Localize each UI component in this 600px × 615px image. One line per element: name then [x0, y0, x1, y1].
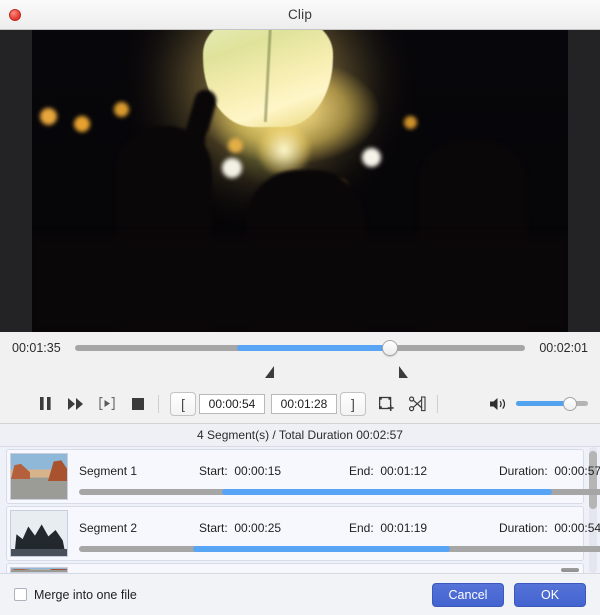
segment-thumbnail: [10, 567, 68, 573]
volume-knob[interactable]: [563, 396, 577, 411]
end-time-field[interactable]: 00:01:28: [271, 393, 337, 414]
stop-icon[interactable]: [129, 395, 147, 413]
bokeh-light: [362, 148, 381, 167]
trim-marker-row: [0, 364, 600, 384]
trim-end-marker[interactable]: [399, 366, 408, 378]
segment-list: Segment 1 Start: 00:00:15 End: 00:01:12 …: [0, 447, 600, 573]
close-button[interactable]: [9, 9, 21, 21]
pause-icon[interactable]: [36, 395, 54, 413]
volume-icon[interactable]: [489, 395, 507, 413]
timeline-bar: 00:01:35 00:02:01: [0, 332, 600, 364]
trim-start-marker[interactable]: [265, 366, 274, 378]
frame-step-icon[interactable]: [98, 395, 116, 413]
timeline-current-time: 00:01:35: [12, 341, 61, 355]
segment-actions: [561, 568, 579, 572]
segment-end-label: End:: [349, 463, 374, 478]
segment-details: [71, 564, 561, 573]
segment-range-bar[interactable]: [79, 545, 600, 552]
lantern-shape: [202, 30, 333, 127]
control-divider: [158, 394, 159, 413]
segment-end: End: 00:01:12: [349, 464, 499, 478]
segment-duration: Duration: 00:00:54: [499, 521, 600, 535]
split-icon[interactable]: [408, 395, 426, 413]
segment-end-label: End:: [349, 520, 374, 535]
bokeh-light: [404, 116, 417, 129]
segment-summary: 4 Segment(s) / Total Duration 00:02:57: [0, 424, 600, 447]
merge-checkbox-label: Merge into one file: [34, 587, 137, 602]
video-frame: [32, 30, 568, 332]
timeline-total-time: 00:02:01: [539, 341, 588, 355]
clip-window: Clip 00:01:35 00:02:01 [00:00:54 00:01:…: [0, 0, 600, 615]
add-segment-icon[interactable]: [378, 395, 396, 413]
video-preview[interactable]: [0, 30, 600, 332]
bokeh-light: [222, 158, 242, 178]
segment-range-bar[interactable]: [79, 488, 600, 495]
segment-start-label: Start:: [199, 520, 228, 535]
letterbox-right: [568, 30, 600, 332]
clip-tools: [378, 395, 426, 413]
merge-checkbox-group[interactable]: Merge into one file: [14, 588, 137, 602]
crowd-silhouette: [32, 236, 568, 332]
volume-fill: [516, 401, 570, 406]
segment-start: Start: 00:00:15: [199, 464, 349, 478]
segment-end-value: 00:01:19: [380, 520, 428, 535]
segment-range-fill: [221, 488, 553, 495]
segment-start-label: Start:: [199, 463, 228, 478]
bokeh-light: [228, 138, 243, 153]
window-title: Clip: [287, 7, 313, 22]
segment-details: Segment 2 Start: 00:00:25 End: 00:01:19 …: [71, 507, 600, 560]
segment-start-value: 00:00:25: [234, 520, 282, 535]
ok-button[interactable]: OK: [514, 582, 586, 607]
control-divider: [437, 394, 438, 413]
segment-duration-label: Duration:: [499, 520, 548, 535]
segment-thumbnail: [10, 510, 68, 557]
timeline-selection: [236, 345, 391, 351]
lantern-glow: [256, 126, 311, 173]
segment-row[interactable]: [6, 563, 584, 573]
segment-end-value: 00:01:12: [380, 463, 428, 478]
merge-checkbox[interactable]: [14, 588, 27, 601]
footer-bar: Merge into one file Cancel OK: [0, 573, 600, 615]
volume-slider[interactable]: [516, 396, 588, 411]
set-start-button[interactable]: [: [170, 391, 196, 416]
segment-start: Start: 00:00:25: [199, 521, 349, 535]
control-bar: [ 00:00:54 00:01:28 ]: [0, 384, 600, 424]
transport-controls: [36, 395, 147, 413]
bokeh-light: [40, 108, 57, 125]
letterbox-left: [0, 30, 32, 332]
segment-end: End: 00:01:19: [349, 521, 499, 535]
segment-duration-value: 00:00:54: [554, 520, 600, 535]
segment-details: Segment 1 Start: 00:00:15 End: 00:01:12 …: [71, 450, 600, 503]
trim-controls: [ 00:00:54 00:01:28 ]: [170, 391, 366, 416]
timeline-track[interactable]: [74, 340, 526, 356]
timeline-playhead[interactable]: [382, 340, 399, 356]
cancel-button[interactable]: Cancel: [432, 582, 504, 607]
segment-name: Segment 1: [79, 463, 138, 478]
segment-duration-label: Duration:: [499, 463, 548, 478]
start-time-field[interactable]: 00:00:54: [199, 393, 265, 414]
segment-name: Segment 2: [79, 520, 138, 535]
title-bar: Clip: [0, 0, 600, 30]
segment-start-value: 00:00:15: [234, 463, 282, 478]
segment-duration: Duration: 00:00:57: [499, 464, 600, 478]
segment-row[interactable]: Segment 2 Start: 00:00:25 End: 00:01:19 …: [6, 506, 600, 561]
footer-buttons: Cancel OK: [432, 582, 586, 607]
set-end-button[interactable]: ]: [340, 391, 366, 416]
segment-duration-value: 00:00:57: [554, 463, 600, 478]
segment-row[interactable]: Segment 1 Start: 00:00:15 End: 00:01:12 …: [6, 449, 600, 504]
volume-control: [489, 395, 588, 413]
fast-forward-icon[interactable]: [67, 395, 85, 413]
segment-range-fill: [193, 545, 450, 552]
bokeh-light: [74, 116, 90, 132]
bokeh-light: [114, 102, 129, 117]
segment-thumbnail: [10, 453, 68, 500]
